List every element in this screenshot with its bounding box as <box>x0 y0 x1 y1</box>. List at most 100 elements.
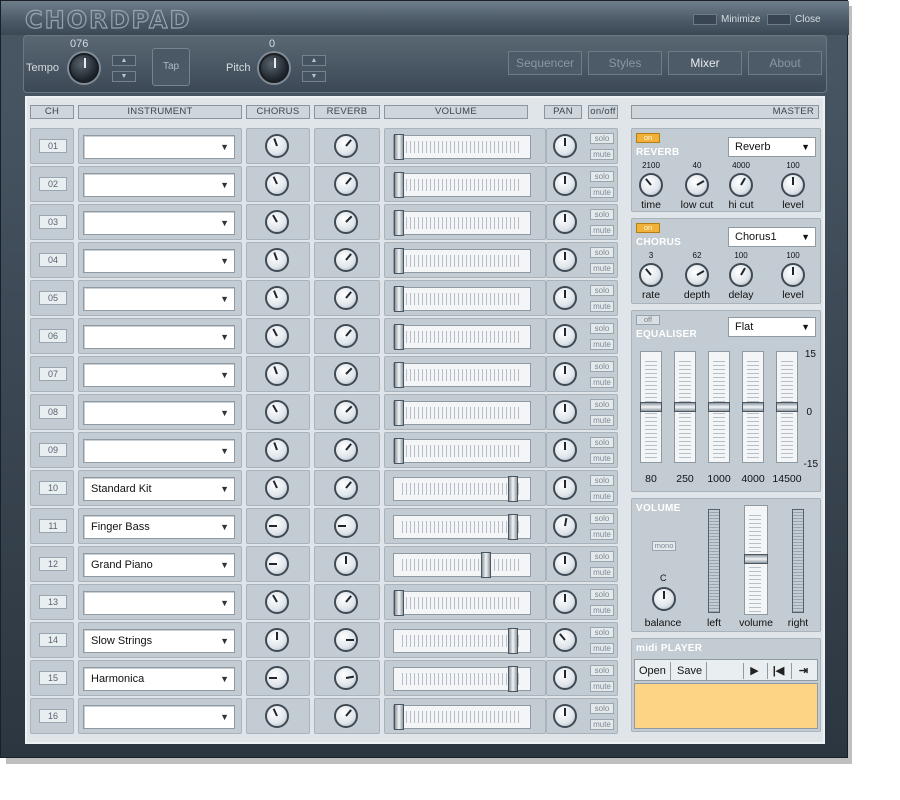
pitch-up-button[interactable]: ▲ <box>302 55 326 66</box>
solo-button[interactable]: solo <box>590 589 614 600</box>
solo-button[interactable]: solo <box>590 627 614 638</box>
reverb-knob[interactable] <box>334 324 358 348</box>
instrument-select[interactable]: ▼ <box>83 705 235 729</box>
mute-button[interactable]: mute <box>590 567 614 578</box>
close-button[interactable]: Close <box>767 13 821 25</box>
volume-slider[interactable] <box>393 362 531 388</box>
mute-button[interactable]: mute <box>590 415 614 426</box>
pan-knob[interactable] <box>553 666 577 690</box>
solo-button[interactable]: solo <box>590 323 614 334</box>
mute-button[interactable]: mute <box>590 605 614 616</box>
pan-knob[interactable] <box>553 248 577 272</box>
volume-slider[interactable] <box>393 400 531 426</box>
volume-slider[interactable] <box>393 248 531 274</box>
eq-band-thumb[interactable] <box>776 402 798 412</box>
pitch-down-button[interactable]: ▼ <box>302 71 326 82</box>
volume-thumb[interactable] <box>394 210 404 236</box>
solo-button[interactable]: solo <box>590 437 614 448</box>
solo-button[interactable]: solo <box>590 399 614 410</box>
volume-slider[interactable] <box>393 704 531 730</box>
chorus-knob[interactable] <box>265 438 289 462</box>
volume-slider[interactable] <box>393 286 531 312</box>
volume-thumb[interactable] <box>394 248 404 274</box>
pan-knob[interactable] <box>553 134 577 158</box>
mute-button[interactable]: mute <box>590 301 614 312</box>
tab-styles[interactable]: Styles <box>588 51 662 75</box>
volume-slider[interactable] <box>393 552 531 578</box>
pan-knob[interactable] <box>553 552 577 576</box>
chorus-knob[interactable] <box>265 172 289 196</box>
chorus-knob[interactable] <box>265 210 289 234</box>
pan-knob[interactable] <box>553 438 577 462</box>
solo-button[interactable]: solo <box>590 171 614 182</box>
volume-slider[interactable] <box>393 324 531 350</box>
volume-slider[interactable] <box>393 628 531 654</box>
master-volume-thumb[interactable] <box>744 554 768 564</box>
mono-button[interactable]: mono <box>652 541 676 551</box>
pan-knob[interactable] <box>553 476 577 500</box>
chorus-knob[interactable] <box>265 476 289 500</box>
minimize-button[interactable]: Minimize <box>693 13 760 25</box>
mute-button[interactable]: mute <box>590 453 614 464</box>
instrument-select[interactable]: ▼ <box>83 287 235 311</box>
chorus-knobs-knob[interactable] <box>685 263 709 287</box>
volume-thumb[interactable] <box>508 666 518 692</box>
volume-thumb[interactable] <box>508 514 518 540</box>
reverb-knob[interactable] <box>334 552 358 576</box>
chorus-knobs-knob[interactable] <box>639 263 663 287</box>
volume-slider[interactable] <box>393 134 531 160</box>
instrument-select[interactable]: Slow Strings ▼ <box>83 629 235 653</box>
reverb-knobs-knob[interactable] <box>639 173 663 197</box>
chorus-knob[interactable] <box>265 324 289 348</box>
master-volume-slider[interactable] <box>744 505 768 615</box>
tab-mixer[interactable]: Mixer <box>668 51 742 75</box>
solo-button[interactable]: solo <box>590 475 614 486</box>
reverb-preset-select[interactable]: Reverb ▼ <box>728 137 816 157</box>
reverb-knob[interactable] <box>334 590 358 614</box>
volume-thumb[interactable] <box>394 324 404 350</box>
chorus-knob[interactable] <box>265 400 289 424</box>
chorus-knob[interactable] <box>265 286 289 310</box>
tab-sequencer[interactable]: Sequencer <box>508 51 582 75</box>
instrument-select[interactable]: Standard Kit ▼ <box>83 477 235 501</box>
instrument-select[interactable]: ▼ <box>83 249 235 273</box>
chorus-knob[interactable] <box>265 704 289 728</box>
play-icon[interactable]: ▶ <box>743 663 765 679</box>
reverb-knob[interactable] <box>334 400 358 424</box>
eq-band-thumb[interactable] <box>674 402 696 412</box>
instrument-select[interactable]: ▼ <box>83 325 235 349</box>
pan-knob[interactable] <box>553 324 577 348</box>
reverb-knobs-knob[interactable] <box>729 173 753 197</box>
volume-thumb[interactable] <box>394 590 404 616</box>
volume-thumb[interactable] <box>394 400 404 426</box>
solo-button[interactable]: solo <box>590 665 614 676</box>
tap-button[interactable]: Tap <box>152 48 190 86</box>
chorus-knobs-knob[interactable] <box>729 263 753 287</box>
tempo-knob[interactable] <box>69 53 99 83</box>
mute-button[interactable]: mute <box>590 377 614 388</box>
eq-band-thumb[interactable] <box>640 402 662 412</box>
mute-button[interactable]: mute <box>590 719 614 730</box>
reverb-knob[interactable] <box>334 704 358 728</box>
instrument-select[interactable]: ▼ <box>83 591 235 615</box>
instrument-select[interactable]: Grand Piano ▼ <box>83 553 235 577</box>
solo-button[interactable]: solo <box>590 247 614 258</box>
pan-knob[interactable] <box>553 362 577 386</box>
equaliser-toggle[interactable]: off <box>636 315 660 325</box>
solo-button[interactable]: solo <box>590 209 614 220</box>
volume-slider[interactable] <box>393 666 531 692</box>
pan-knob[interactable] <box>553 210 577 234</box>
volume-slider[interactable] <box>393 476 531 502</box>
mute-button[interactable]: mute <box>590 681 614 692</box>
mute-button[interactable]: mute <box>590 339 614 350</box>
export-icon[interactable]: ⇥ <box>791 663 815 679</box>
instrument-select[interactable]: ▼ <box>83 135 235 159</box>
instrument-select[interactable]: ▼ <box>83 439 235 463</box>
volume-thumb[interactable] <box>508 476 518 502</box>
chorus-knob[interactable] <box>265 514 289 538</box>
solo-button[interactable]: solo <box>590 513 614 524</box>
reverb-knob[interactable] <box>334 476 358 500</box>
volume-thumb[interactable] <box>508 628 518 654</box>
pan-knob[interactable] <box>553 590 577 614</box>
instrument-select[interactable]: ▼ <box>83 211 235 235</box>
